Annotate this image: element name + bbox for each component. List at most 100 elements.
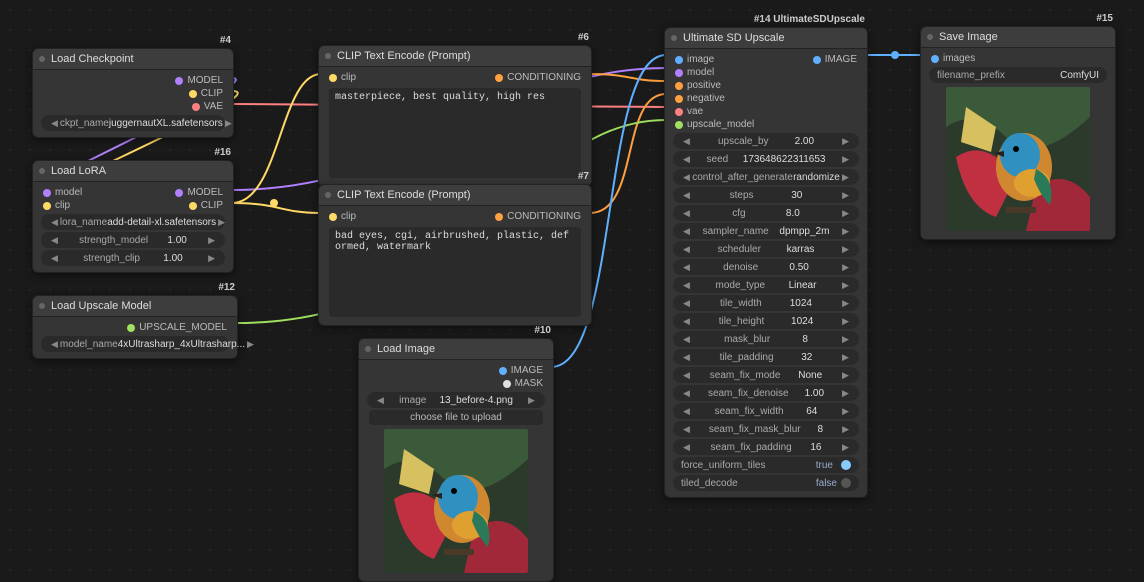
arrow-left-icon[interactable]: ◀ [681,226,692,237]
widget-filename-prefix[interactable]: filename_prefix ComfyUI [929,67,1107,83]
arrow-left-icon[interactable]: ◀ [681,280,692,291]
output-conditioning[interactable]: CONDITIONING [495,72,581,83]
node-title[interactable]: Load LoRA [33,161,233,182]
arrow-left-icon[interactable]: ◀ [681,424,692,435]
widget-mode-type[interactable]: ◀mode_typeLinear▶ [673,277,859,293]
input-image[interactable]: image [675,54,714,65]
input-clip[interactable]: clip [329,72,356,83]
output-image[interactable]: IMAGE [813,54,857,65]
output-image[interactable]: IMAGE [499,365,543,376]
input-positive[interactable]: positive [675,80,721,91]
arrow-left-icon[interactable]: ◀ [49,235,60,246]
widget-tile-height[interactable]: ◀tile_height1024▶ [673,313,859,329]
arrow-right-icon[interactable]: ▶ [840,442,851,453]
widget-seam-fix-mode[interactable]: ◀seam_fix_modeNone▶ [673,367,859,383]
node-load-lora[interactable]: #16 Load LoRA model MODEL clip CLIP ◀lor… [32,160,234,273]
widget-model-name[interactable]: ◀ model_name 4xUltrasharp_4xUltrasharp..… [41,336,229,352]
node-title[interactable]: Ultimate SD Upscale [665,28,867,49]
arrow-left-icon[interactable]: ◀ [681,388,692,399]
widget-tile-width[interactable]: ◀tile_width1024▶ [673,295,859,311]
upload-button[interactable]: choose file to upload [369,410,543,425]
node-title[interactable]: CLIP Text Encode (Prompt) [319,185,591,206]
arrow-right-icon[interactable]: ▶ [840,190,851,201]
arrow-right-icon[interactable]: ▶ [840,154,851,165]
widget-seam-fix-width[interactable]: ◀seam_fix_width64▶ [673,403,859,419]
widget-mask-blur[interactable]: ◀mask_blur8▶ [673,331,859,347]
arrow-left-icon[interactable]: ◀ [49,217,60,228]
output-clip[interactable]: CLIP [189,88,223,99]
widget-sampler-name[interactable]: ◀sampler_namedpmpp_2m▶ [673,223,859,239]
widget-cfg[interactable]: ◀cfg8.0▶ [673,205,859,221]
widget-scheduler[interactable]: ◀schedulerkarras▶ [673,241,859,257]
node-load-upscale-model[interactable]: #12 Load Upscale Model UPSCALE_MODEL ◀ m… [32,295,238,359]
input-model[interactable]: model [675,67,714,78]
arrow-left-icon[interactable]: ◀ [681,370,692,381]
node-ultimate-sd-upscale[interactable]: #14 UltimateSDUpscale Ultimate SD Upscal… [664,27,868,498]
arrow-left-icon[interactable]: ◀ [681,334,692,345]
toggle-force-uniform-tiles[interactable]: force_uniform_tilestrue [673,457,859,473]
arrow-right-icon[interactable]: ▶ [840,280,851,291]
arrow-left-icon[interactable]: ◀ [681,136,692,147]
output-upscale-model[interactable]: UPSCALE_MODEL [127,322,227,333]
output-conditioning[interactable]: CONDITIONING [495,211,581,222]
arrow-right-icon[interactable]: ▶ [840,298,851,309]
arrow-left-icon[interactable]: ◀ [681,316,692,327]
arrow-right-icon[interactable]: ▶ [840,172,851,183]
output-mask[interactable]: MASK [503,378,543,389]
output-model[interactable]: MODEL [175,187,223,198]
output-clip[interactable]: CLIP [189,200,223,211]
input-images[interactable]: images [931,53,975,64]
widget-control-after-generate[interactable]: ◀control_after_generaterandomize▶ [673,169,859,185]
arrow-left-icon[interactable]: ◀ [681,406,692,417]
input-clip[interactable]: clip [43,200,70,211]
output-model[interactable]: MODEL [175,75,223,86]
input-upscale-model[interactable]: upscale_model [675,119,754,130]
node-load-checkpoint[interactable]: #4 Load Checkpoint MODEL CLIP VAE ◀ ckpt… [32,48,234,138]
widget-strength-clip[interactable]: ◀strength_clip1.00▶ [41,250,225,266]
input-vae[interactable]: vae [675,106,703,117]
prompt-textarea[interactable]: masterpiece, best quality, high res [329,88,581,178]
widget-upscale-by[interactable]: ◀upscale_by2.00▶ [673,133,859,149]
node-title[interactable]: Load Upscale Model [33,296,237,317]
input-model[interactable]: model [43,187,82,198]
arrow-left-icon[interactable]: ◀ [49,339,60,350]
arrow-right-icon[interactable]: ▶ [840,388,851,399]
arrow-right-icon[interactable]: ▶ [216,217,227,228]
arrow-left-icon[interactable]: ◀ [681,442,692,453]
widget-seam-fix-padding[interactable]: ◀seam_fix_padding16▶ [673,439,859,455]
input-clip[interactable]: clip [329,211,356,222]
node-title[interactable]: Load Checkpoint [33,49,233,70]
toggle-tiled-decode[interactable]: tiled_decodefalse [673,475,859,491]
arrow-right-icon[interactable]: ▶ [840,208,851,219]
widget-lora-name[interactable]: ◀lora_nameadd-detail-xl.safetensors▶ [41,214,225,230]
input-negative[interactable]: negative [675,93,725,104]
arrow-right-icon[interactable]: ▶ [206,235,217,246]
node-load-image[interactable]: #10 Load Image IMAGE MASK ◀ image 13_bef… [358,338,554,582]
arrow-left-icon[interactable]: ◀ [681,190,692,201]
widget-seam-fix-mask-blur[interactable]: ◀seam_fix_mask_blur8▶ [673,421,859,437]
arrow-left-icon[interactable]: ◀ [681,208,692,219]
arrow-left-icon[interactable]: ◀ [681,172,692,183]
arrow-left-icon[interactable]: ◀ [49,253,60,264]
node-save-image[interactable]: #15 Save Image images filename_prefix Co… [920,26,1116,240]
arrow-left-icon[interactable]: ◀ [49,118,60,129]
node-title[interactable]: Save Image [921,27,1115,48]
arrow-left-icon[interactable]: ◀ [375,395,386,406]
node-title[interactable]: CLIP Text Encode (Prompt) [319,46,591,67]
arrow-right-icon[interactable]: ▶ [840,406,851,417]
arrow-right-icon[interactable]: ▶ [223,118,234,129]
widget-seam-fix-denoise[interactable]: ◀seam_fix_denoise1.00▶ [673,385,859,401]
widget-denoise[interactable]: ◀denoise0.50▶ [673,259,859,275]
widget-ckpt-name[interactable]: ◀ ckpt_name juggernautXL.safetensors ▶ [41,115,225,131]
output-vae[interactable]: VAE [192,101,223,112]
node-clip-text-encode-negative[interactable]: #7 CLIP Text Encode (Prompt) clip CONDIT… [318,184,592,326]
prompt-textarea[interactable]: bad eyes, cgi, airbrushed, plastic, defo… [329,227,581,317]
arrow-right-icon[interactable]: ▶ [840,316,851,327]
widget-tile-padding[interactable]: ◀tile_padding32▶ [673,349,859,365]
arrow-right-icon[interactable]: ▶ [840,136,851,147]
arrow-right-icon[interactable]: ▶ [840,244,851,255]
widget-strength-model[interactable]: ◀strength_model1.00▶ [41,232,225,248]
arrow-left-icon[interactable]: ◀ [681,154,692,165]
arrow-left-icon[interactable]: ◀ [681,352,692,363]
arrow-right-icon[interactable]: ▶ [840,262,851,273]
